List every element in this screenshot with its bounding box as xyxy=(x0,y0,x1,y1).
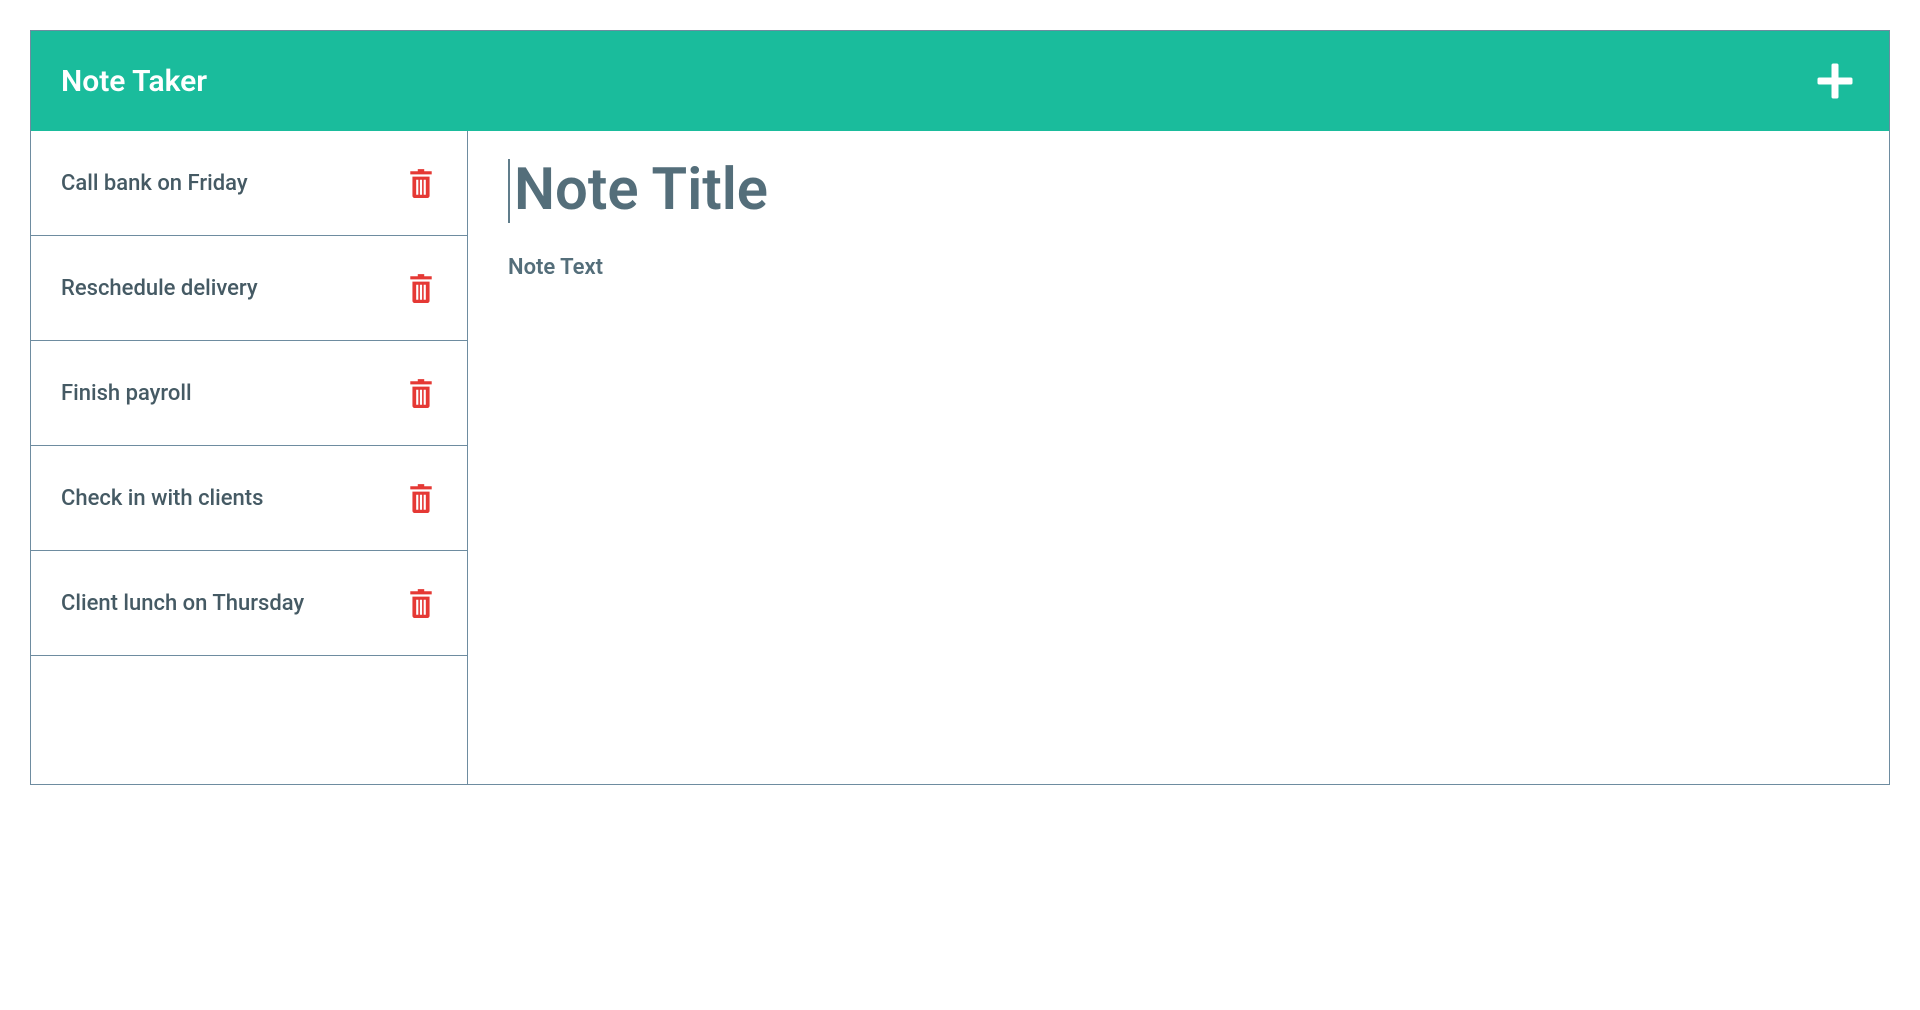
delete-note-button[interactable] xyxy=(405,272,437,304)
note-editor xyxy=(468,131,1889,784)
note-title-input[interactable] xyxy=(508,159,1849,223)
trash-icon xyxy=(408,273,434,303)
note-item-label: Reschedule delivery xyxy=(61,276,258,301)
note-list-item[interactable]: Check in with clients xyxy=(31,446,467,551)
plus-icon xyxy=(1814,60,1856,102)
sidebar: Call bank on Friday Reschedule delivery … xyxy=(31,131,468,784)
app-header: Note Taker xyxy=(31,31,1889,131)
delete-note-button[interactable] xyxy=(405,587,437,619)
delete-note-button[interactable] xyxy=(405,377,437,409)
app-body: Call bank on Friday Reschedule delivery … xyxy=(31,131,1889,784)
note-list-item[interactable]: Finish payroll xyxy=(31,341,467,446)
note-list-item[interactable]: Reschedule delivery xyxy=(31,236,467,341)
trash-icon xyxy=(408,378,434,408)
note-item-label: Finish payroll xyxy=(61,381,192,406)
note-item-label: Client lunch on Thursday xyxy=(61,591,304,616)
trash-icon xyxy=(408,483,434,513)
trash-icon xyxy=(408,588,434,618)
note-list-item[interactable]: Call bank on Friday xyxy=(31,131,467,236)
trash-icon xyxy=(408,168,434,198)
delete-note-button[interactable] xyxy=(405,482,437,514)
note-item-label: Check in with clients xyxy=(61,486,263,511)
delete-note-button[interactable] xyxy=(405,167,437,199)
note-text-input[interactable] xyxy=(508,255,1849,756)
app-title: Note Taker xyxy=(61,64,207,99)
note-list-item[interactable]: Client lunch on Thursday xyxy=(31,551,467,656)
add-note-button[interactable] xyxy=(1811,57,1859,105)
note-item-label: Call bank on Friday xyxy=(61,171,248,196)
app-container: Note Taker Call bank on Friday Reschedul… xyxy=(30,30,1890,785)
